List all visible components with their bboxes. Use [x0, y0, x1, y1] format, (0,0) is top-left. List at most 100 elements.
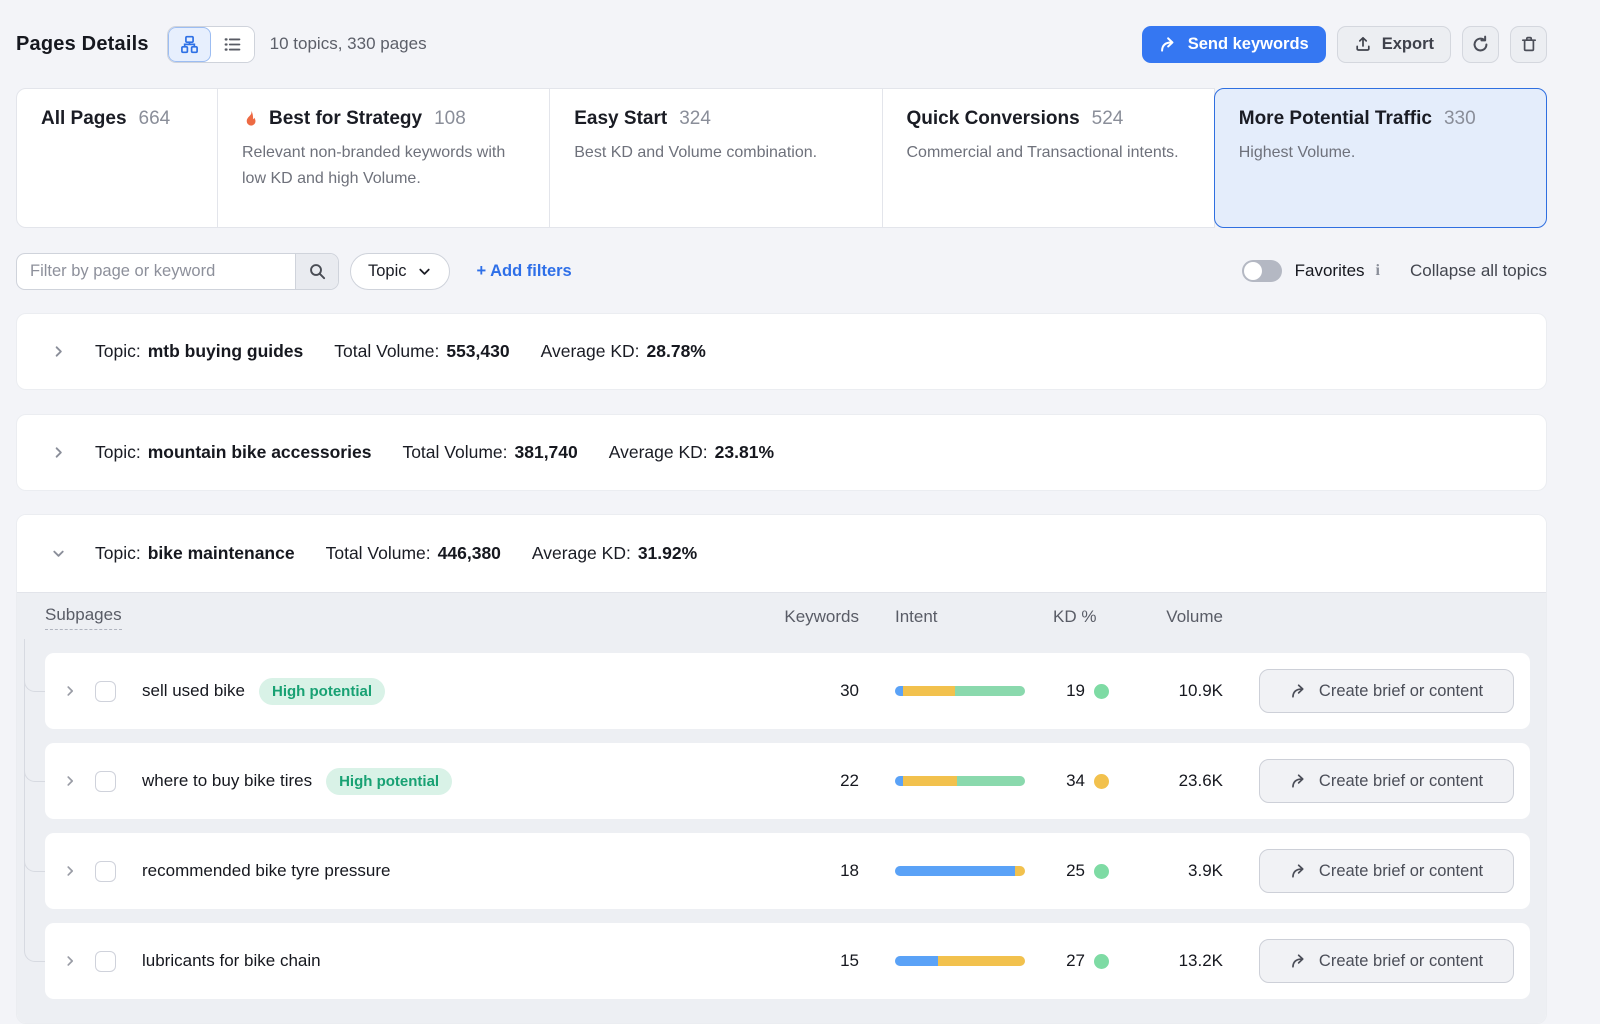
page-title: Pages Details: [16, 33, 149, 56]
arrow-curve-right-icon: [1290, 773, 1308, 789]
collapse-all-topics-link[interactable]: Collapse all topics: [1410, 261, 1547, 281]
subpage-name: recommended bike tyre pressure: [142, 861, 391, 881]
kd-dot: [1094, 864, 1109, 879]
create-brief-button[interactable]: Create brief or content: [1259, 849, 1514, 893]
segment-tabs: All Pages 664 Best for Strategy 108 Rele…: [16, 88, 1547, 228]
topic-average-kd: 28.78%: [647, 341, 706, 362]
favorites-toggle[interactable]: [1242, 260, 1282, 282]
tab-quick-conversions[interactable]: Quick Conversions 524 Commercial and Tra…: [882, 88, 1215, 228]
chevron-right-icon: [51, 344, 67, 359]
tab-count: 324: [679, 108, 711, 130]
tab-best-for-strategy[interactable]: Best for Strategy 108 Relevant non-brand…: [217, 88, 550, 228]
tab-description: Highest Volume.: [1239, 140, 1522, 166]
refresh-icon: [1471, 35, 1490, 54]
subpage-name: sell used bike: [142, 681, 245, 701]
send-keywords-button[interactable]: Send keywords: [1142, 26, 1326, 63]
add-filters-link[interactable]: + Add filters: [477, 262, 572, 281]
volume-value: 13.2K: [1153, 951, 1223, 971]
kd-dot: [1094, 954, 1109, 969]
tree-view-button[interactable]: [168, 27, 211, 62]
intent-bar: [895, 956, 1025, 966]
row-checkbox[interactable]: [95, 951, 116, 972]
kd-dot: [1094, 774, 1109, 789]
arrow-curve-right-icon: [1159, 36, 1178, 53]
list-view-button[interactable]: [211, 27, 254, 62]
trash-button[interactable]: [1510, 26, 1547, 63]
search-button[interactable]: [295, 254, 338, 289]
pages-details-screen: Pages Details: [0, 0, 1600, 1022]
topic-average-kd: 31.92%: [638, 543, 697, 564]
trash-icon: [1520, 35, 1538, 53]
column-intent: Intent: [895, 607, 1025, 627]
topic-row-bike-maintenance[interactable]: Topic: bike maintenance Total Volume: 44…: [17, 515, 1546, 592]
arrow-curve-right-icon: [1290, 683, 1308, 699]
subpage-row: where to buy bike tires High potential 2…: [45, 743, 1530, 819]
tab-more-potential-traffic[interactable]: More Potential Traffic 330 Highest Volum…: [1214, 88, 1547, 228]
keyword-filter: [16, 253, 339, 290]
row-checkbox[interactable]: [95, 861, 116, 882]
tab-description: Commercial and Transactional intents.: [907, 140, 1190, 166]
top-bar: Pages Details: [16, 0, 1547, 62]
topic-row-mtb-buying-guides[interactable]: Topic: mtb buying guides Total Volume: 5…: [16, 313, 1547, 390]
topic-total-volume: 381,740: [515, 442, 578, 463]
topic-dropdown[interactable]: Topic: [350, 253, 450, 290]
row-checkbox[interactable]: [95, 771, 116, 792]
arrow-curve-right-icon: [1290, 863, 1308, 879]
list-icon: [223, 35, 242, 54]
upload-icon: [1354, 35, 1372, 53]
view-toggle: [167, 26, 255, 63]
favorites-label: Favorites: [1295, 261, 1365, 281]
column-volume: Volume: [1153, 607, 1223, 627]
subpages-table-header: Subpages Keywords Intent KD % Volume: [45, 593, 1530, 641]
chevron-right-icon[interactable]: [63, 684, 79, 698]
filter-input[interactable]: [17, 254, 295, 289]
kd-value: 27: [1066, 951, 1085, 971]
kd-value: 19: [1066, 681, 1085, 701]
intent-bar: [895, 866, 1025, 876]
create-brief-button[interactable]: Create brief or content: [1259, 669, 1514, 713]
topic-total-volume: 553,430: [446, 341, 509, 362]
row-checkbox[interactable]: [95, 681, 116, 702]
topic-name: mountain bike accessories: [148, 442, 372, 463]
subpage-row: sell used bike High potential 30 19 10.9…: [45, 653, 1530, 729]
subpage-name: lubricants for bike chain: [142, 951, 321, 971]
tab-description: Relevant non-branded keywords with low K…: [242, 140, 525, 192]
create-brief-button[interactable]: Create brief or content: [1259, 759, 1514, 803]
sitemap-icon: [180, 35, 199, 54]
tab-count: 524: [1092, 108, 1124, 130]
export-button[interactable]: Export: [1337, 26, 1451, 63]
column-kd: KD %: [1053, 607, 1109, 627]
chevron-right-icon: [51, 445, 67, 460]
tab-description: Best KD and Volume combination.: [574, 140, 857, 166]
subpages-table: Subpages Keywords Intent KD % Volume sel…: [17, 592, 1546, 1023]
subpage-rows: sell used bike High potential 30 19 10.9…: [45, 653, 1530, 999]
tab-all-pages[interactable]: All Pages 664: [16, 88, 218, 228]
kd-value: 25: [1066, 861, 1085, 881]
tab-easy-start[interactable]: Easy Start 324 Best KD and Volume combin…: [549, 88, 882, 228]
keywords-count: 18: [769, 861, 859, 881]
topic-row-mountain-bike-accessories[interactable]: Topic: mountain bike accessories Total V…: [16, 414, 1547, 491]
volume-value: 3.9K: [1153, 861, 1223, 881]
info-icon[interactable]: i: [1376, 262, 1380, 280]
chevron-right-icon[interactable]: [63, 774, 79, 788]
column-subpages[interactable]: Subpages: [45, 605, 122, 630]
intent-bar: [895, 776, 1025, 786]
tab-count: 108: [434, 108, 466, 130]
create-brief-button[interactable]: Create brief or content: [1259, 939, 1514, 983]
chevron-down-icon: [417, 264, 432, 279]
topic-total-volume: 446,380: [438, 543, 501, 564]
arrow-curve-right-icon: [1290, 953, 1308, 969]
high-potential-badge: High potential: [326, 768, 452, 795]
flame-icon: [242, 109, 260, 130]
chevron-right-icon[interactable]: [63, 864, 79, 878]
keywords-count: 22: [769, 771, 859, 791]
tab-count: 664: [139, 108, 171, 130]
subpage-row: lubricants for bike chain 15 27 13.2K Cr…: [45, 923, 1530, 999]
refresh-button[interactable]: [1462, 26, 1499, 63]
tab-count: 330: [1444, 108, 1476, 130]
chevron-right-icon[interactable]: [63, 954, 79, 968]
chevron-down-icon: [51, 546, 67, 561]
kd-value: 34: [1066, 771, 1085, 791]
topic-name: bike maintenance: [148, 543, 295, 564]
keywords-count: 30: [769, 681, 859, 701]
